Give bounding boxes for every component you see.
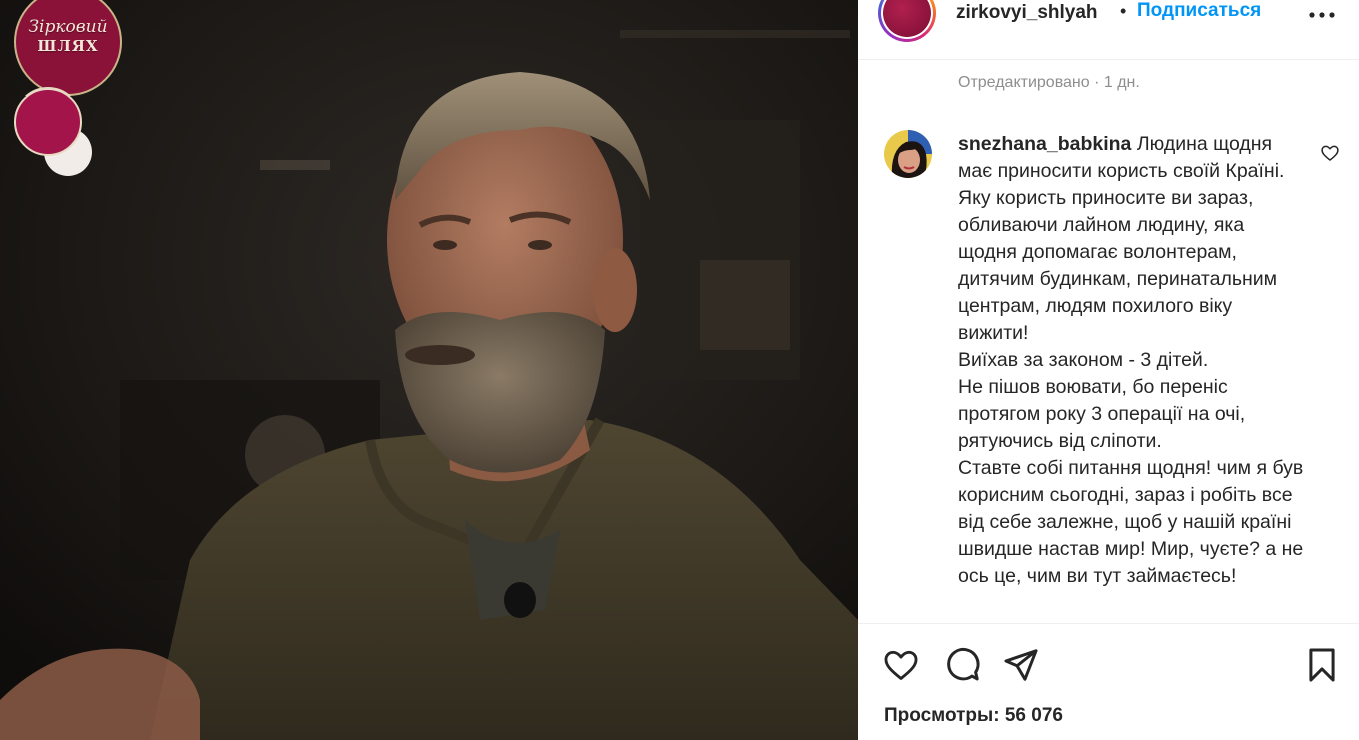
brand-logo-text: Зірковий ШЛЯХ — [14, 18, 122, 56]
post-media[interactable]: Зірковий ШЛЯХ — [0, 0, 858, 740]
heart-outline-icon[interactable] — [882, 646, 920, 684]
edited-timestamp: Отредактировано · 1 дн. — [958, 74, 1140, 91]
author-avatar[interactable] — [878, 0, 936, 42]
brand-line-1: Зірковий — [28, 17, 108, 37]
header-separator: • — [1120, 1, 1127, 21]
comment-bubble-icon[interactable] — [943, 646, 981, 684]
post-panel: zirkovyi_shlyah • Подписаться Отредактир… — [858, 0, 1359, 740]
more-horizontal-icon[interactable] — [1309, 8, 1335, 22]
post-header: zirkovyi_shlyah • Подписаться — [858, 0, 1359, 60]
author-username[interactable]: zirkovyi_shlyah — [956, 2, 1098, 24]
view-count: Просмотры: 56 076 — [884, 705, 1063, 726]
commenter-avatar-image — [884, 130, 932, 178]
brand-bubbles — [14, 88, 92, 176]
video-frame — [0, 0, 858, 740]
paper-plane-icon[interactable] — [1002, 646, 1040, 684]
bookmark-icon[interactable] — [1303, 646, 1341, 684]
follow-button[interactable]: Подписаться — [1137, 0, 1261, 22]
comment-text: Людина щодня має приносити користь своїй… — [958, 133, 1304, 587]
author-avatar-image — [883, 0, 931, 37]
heart-outline-icon[interactable] — [1320, 143, 1340, 163]
comment-body: snezhana_babkina Людина щодня має принос… — [958, 131, 1308, 590]
post-actions-bar — [858, 623, 1359, 703]
commenter-avatar[interactable] — [884, 130, 932, 178]
commenter-username[interactable]: snezhana_babkina — [958, 133, 1131, 155]
brand-line-2: ШЛЯХ — [37, 37, 99, 55]
